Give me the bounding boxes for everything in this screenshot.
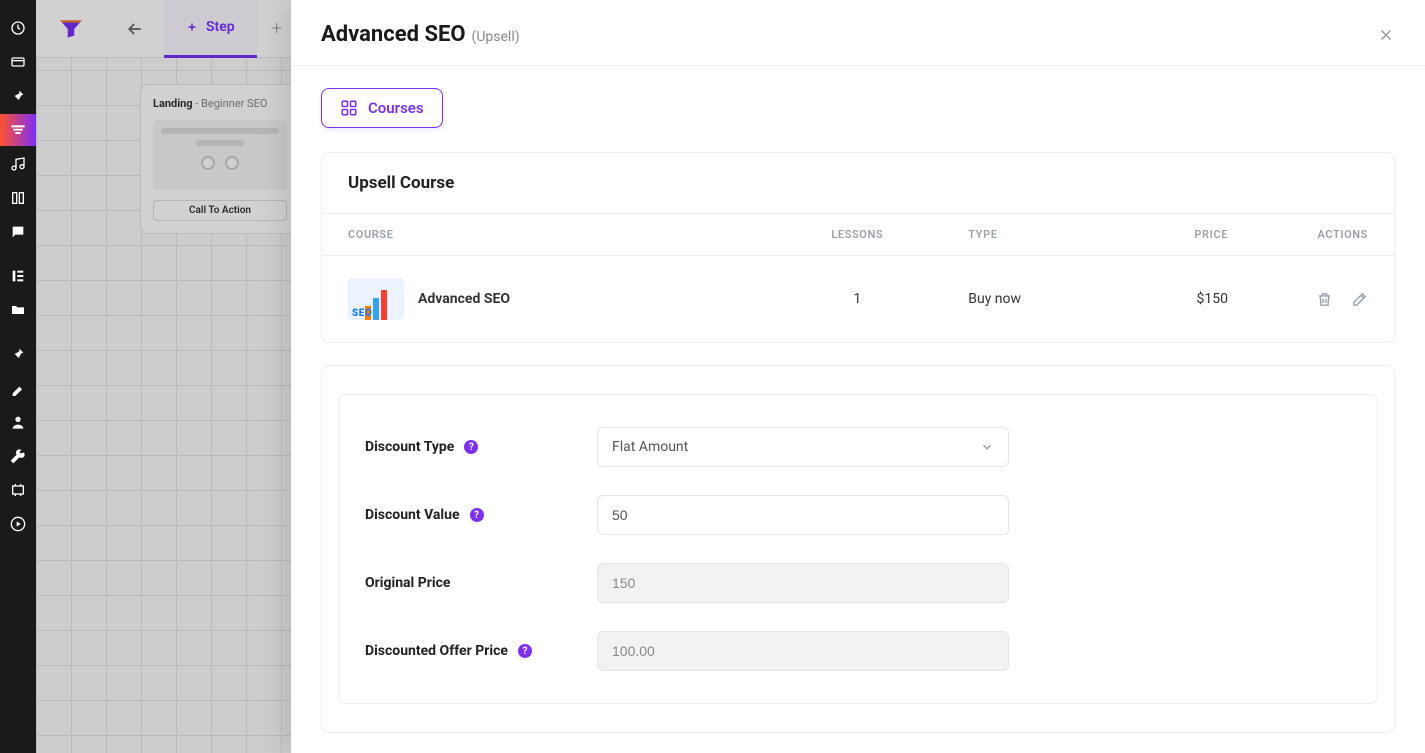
- row-discount-type: Discount Type ? Flat Amount: [359, 413, 1357, 481]
- panel-body: Courses Upsell Course Course Lessons Typ…: [291, 66, 1425, 753]
- play-icon[interactable]: [0, 508, 36, 540]
- row-discount-value: Discount Value ?: [359, 481, 1357, 549]
- row-discounted-price: Discounted Offer Price ?: [359, 617, 1357, 685]
- tools-icon[interactable]: [0, 440, 36, 472]
- settings-panel: Advanced SEO (Upsell) Courses Upsell Cou…: [291, 0, 1425, 753]
- th-course: Course: [322, 214, 772, 256]
- th-lessons: Lessons: [772, 214, 942, 256]
- chat-icon[interactable]: [0, 216, 36, 248]
- panel-header: Advanced SEO (Upsell): [291, 0, 1425, 66]
- courses-button[interactable]: Courses: [321, 88, 443, 128]
- media-icon[interactable]: [0, 148, 36, 180]
- help-icon[interactable]: ?: [464, 440, 478, 454]
- price-value: $150: [1114, 256, 1254, 343]
- row-original-price: Original Price: [359, 549, 1357, 617]
- elementor-icon[interactable]: [0, 260, 36, 292]
- th-price: Price: [1114, 214, 1254, 256]
- lessons-value: 1: [772, 256, 942, 343]
- pricing-form: Discount Type ? Flat Amount Discount Val…: [321, 365, 1395, 733]
- plugins-icon[interactable]: [0, 338, 36, 370]
- chevron-down-icon: [980, 440, 994, 454]
- discount-value-input[interactable]: [597, 495, 1009, 535]
- folder-icon[interactable]: [0, 294, 36, 326]
- courses-button-label: Courses: [368, 99, 424, 117]
- course-thumbnail: SEO: [348, 278, 404, 320]
- pin-icon[interactable]: [0, 80, 36, 112]
- settings-icon[interactable]: [0, 474, 36, 506]
- help-icon[interactable]: ?: [470, 508, 484, 522]
- original-price-input: [597, 563, 1009, 603]
- help-icon[interactable]: ?: [518, 644, 532, 658]
- payments-icon[interactable]: [0, 46, 36, 78]
- section-title: Upsell Course: [322, 153, 1394, 213]
- funnel-active-icon[interactable]: [0, 114, 36, 146]
- label-discount-type: Discount Type: [365, 439, 454, 455]
- th-actions: Actions: [1254, 214, 1394, 256]
- label-discount-value: Discount Value: [365, 507, 460, 523]
- th-type: Type: [942, 214, 1114, 256]
- library-icon[interactable]: [0, 182, 36, 214]
- course-cell: SEO Advanced SEO: [348, 278, 746, 320]
- table-row: SEO Advanced SEO 1 Buy now $150: [322, 256, 1394, 343]
- close-button[interactable]: [1377, 26, 1395, 44]
- upsell-course-section: Upsell Course Course Lessons Type Price …: [321, 152, 1395, 343]
- label-discounted-price: Discounted Offer Price: [365, 643, 508, 659]
- discount-type-select[interactable]: Flat Amount: [597, 427, 1009, 467]
- course-table: Course Lessons Type Price Actions: [322, 213, 1394, 342]
- type-value: Buy now: [942, 256, 1114, 343]
- grid-icon: [340, 99, 358, 117]
- appearance-icon[interactable]: [0, 372, 36, 404]
- app-sidebar: [0, 0, 36, 753]
- delete-button[interactable]: [1316, 291, 1333, 308]
- dashboard-icon[interactable]: [0, 12, 36, 44]
- edit-button[interactable]: [1351, 291, 1368, 308]
- users-icon[interactable]: [0, 406, 36, 438]
- row-actions: [1280, 291, 1368, 308]
- course-name: Advanced SEO: [418, 291, 510, 307]
- label-original-price: Original Price: [365, 575, 450, 591]
- panel-title: Advanced SEO (Upsell): [321, 22, 520, 47]
- discounted-price-input: [597, 631, 1009, 671]
